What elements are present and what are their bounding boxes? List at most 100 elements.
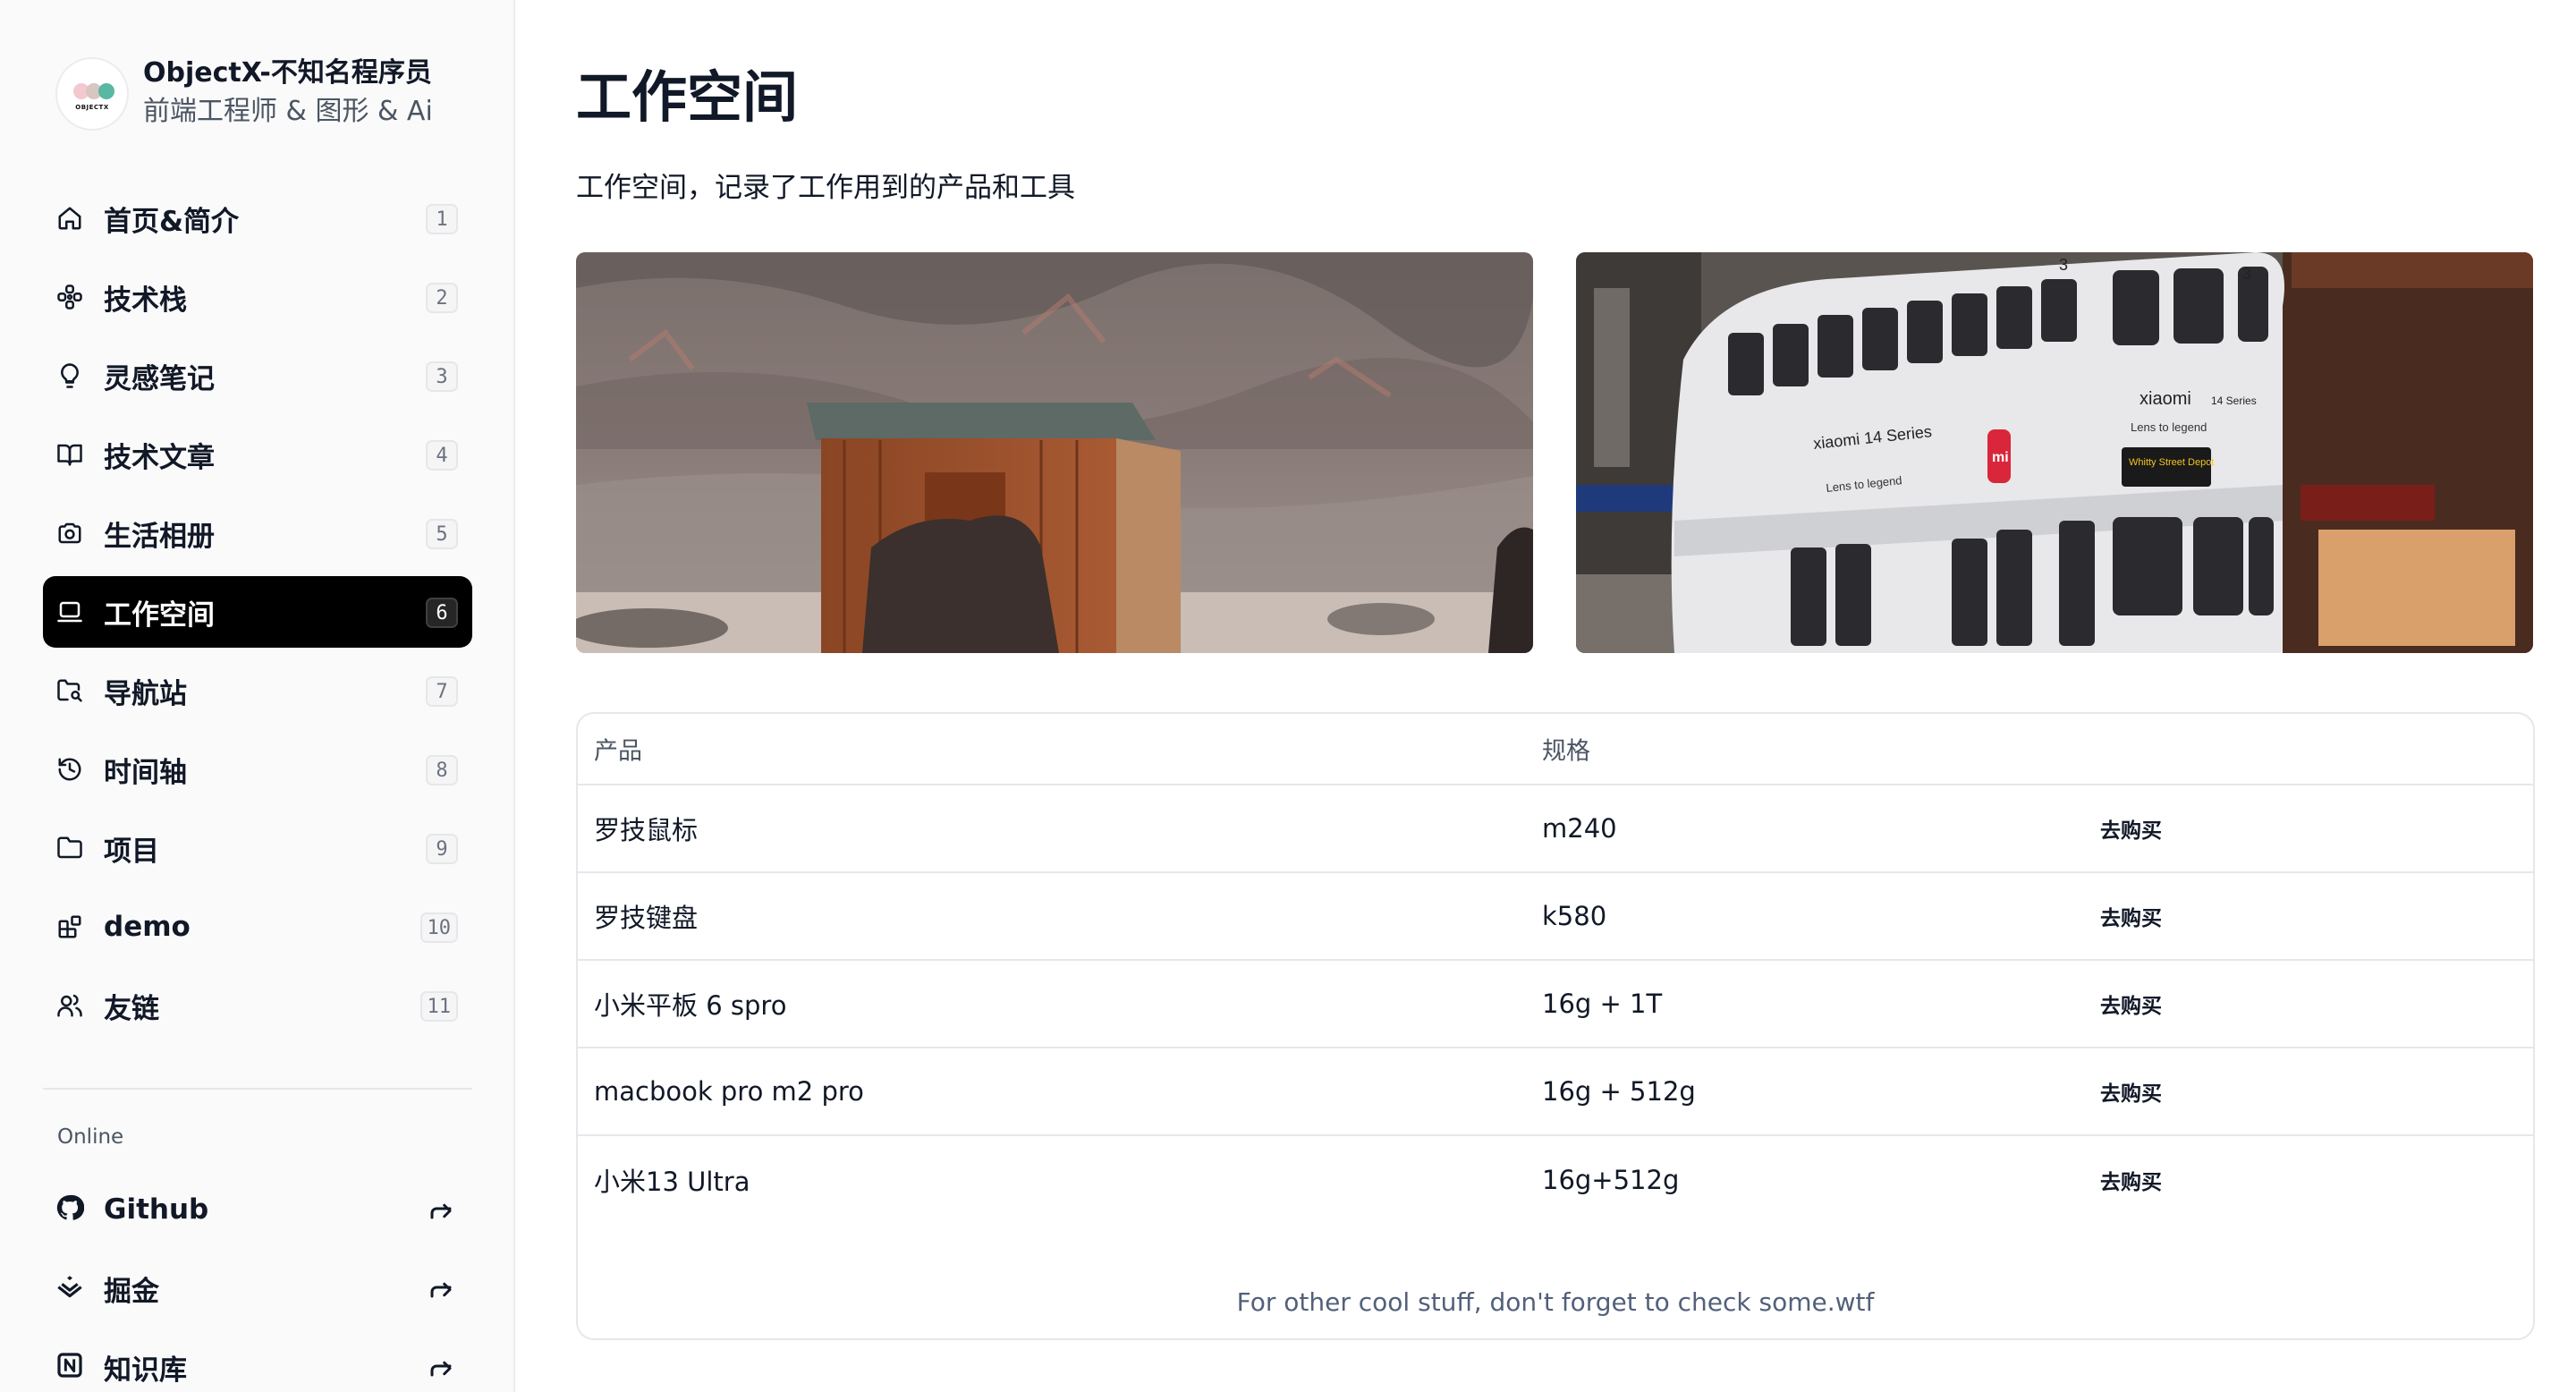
table-row: 罗技鼠标 m240 去购买 — [578, 785, 2533, 873]
link-label: Github — [104, 1193, 209, 1226]
svg-text:3: 3 — [2242, 265, 2251, 283]
sidebar-item-navigation[interactable]: 导航站 7 — [43, 655, 472, 726]
online-links: Github 掘金 知识库 — [43, 1174, 472, 1392]
product-cell: 小米13 Ultra — [594, 1167, 750, 1197]
spec-cell: 16g + 1T — [1542, 989, 1663, 1019]
sidebar-item-articles[interactable]: 技术文章 4 — [43, 419, 472, 490]
sidebar-item-label: 技术栈 — [104, 284, 187, 317]
sidebar-item-label: 导航站 — [104, 677, 187, 710]
link-github[interactable]: Github — [43, 1174, 472, 1245]
sidebar-item-demo[interactable]: demo 10 — [43, 891, 472, 963]
buy-link[interactable]: 去购买 — [2100, 1165, 2162, 1195]
table-caption: For other cool stuff, don't forget to ch… — [1236, 1287, 1875, 1317]
sidebar-item-stack[interactable]: 技术栈 2 — [43, 261, 472, 333]
column-header-product: 产品 — [594, 737, 642, 766]
sidebar-item-label: 友链 — [104, 992, 159, 1025]
sidebar-item-label: 生活相册 — [104, 520, 215, 553]
sidebar-item-projects[interactable]: 项目 9 — [43, 812, 472, 884]
page-title: 工作空间 — [576, 64, 799, 130]
link-label: 掘金 — [104, 1275, 159, 1308]
sidebar-item-label: 项目 — [104, 835, 159, 868]
buy-link[interactable]: 去购买 — [2100, 901, 2162, 931]
tram-route-text: 3 — [2059, 256, 2068, 274]
history-icon — [55, 755, 84, 784]
sidebar-item-label: 灵感笔记 — [104, 362, 215, 395]
shortcut-badge: 9 — [426, 834, 458, 864]
sidebar-item-timeline[interactable]: 时间轴 8 — [43, 734, 472, 805]
page-description: 工作空间，记录了工作用到的产品和工具 — [576, 172, 1075, 204]
shortcut-badge: 1 — [426, 204, 458, 234]
svg-text:mi: mi — [1992, 450, 2009, 465]
spec-cell: m240 — [1542, 813, 1617, 844]
external-arrow-icon — [428, 1274, 456, 1303]
external-arrow-icon — [428, 1195, 456, 1224]
shortcut-badge: 4 — [426, 440, 458, 471]
folder-search-icon — [55, 676, 84, 705]
buy-link[interactable]: 去购买 — [2100, 813, 2162, 844]
sidebar-nav: 首页&简介 1 技术栈 2 灵感笔记 3 技术文章 4 生活相册 5 工作空间 … — [43, 182, 472, 1048]
users-icon — [55, 991, 84, 1020]
workspace-photo-tram: mi xiaomi 14 Series Lens to legend xiaom… — [1576, 252, 2533, 653]
sidebar-item-label: 时间轴 — [104, 756, 187, 789]
buy-link[interactable]: 去购买 — [2100, 989, 2162, 1019]
buy-link[interactable]: 去购买 — [2100, 1076, 2162, 1107]
table-row: 小米13 Ultra 16g+512g 去购买 — [578, 1136, 2533, 1224]
shortcut-badge: 5 — [426, 519, 458, 549]
shortcut-badge: 3 — [426, 361, 458, 392]
shortcut-badge: 6 — [426, 598, 458, 628]
profile-text: ObjectX-不知名程序员 前端工程师 & 图形 & Ai — [143, 55, 433, 132]
shortcut-badge: 7 — [426, 676, 458, 707]
profile[interactable]: OBJECTX ObjectX-不知名程序员 前端工程师 & 图形 & Ai — [55, 55, 433, 132]
link-juejin[interactable]: 掘金 — [43, 1252, 472, 1324]
product-cell: 罗技鼠标 — [594, 815, 699, 845]
product-cell: macbook pro m2 pro — [594, 1076, 864, 1107]
stack-icon — [55, 283, 84, 311]
github-icon — [55, 1193, 85, 1226]
shortcut-badge: 10 — [419, 912, 458, 943]
table-row: 罗技键盘 k580 去购买 — [578, 873, 2533, 961]
avatar[interactable]: OBJECTX — [55, 57, 129, 131]
spec-cell: 16g+512g — [1542, 1165, 1680, 1195]
sidebar-item-home[interactable]: 首页&简介 1 — [43, 182, 472, 254]
sidebar-item-workspace[interactable]: 工作空间 6 — [43, 576, 472, 648]
tram-sign-text: Whitty Street Depot — [2129, 457, 2214, 468]
sidebar-item-notes[interactable]: 灵感笔记 3 — [43, 340, 472, 412]
tram-series-text: 14 Series — [2211, 395, 2257, 407]
shortcut-badge: 8 — [426, 755, 458, 785]
sidebar-item-album[interactable]: 生活相册 5 — [43, 497, 472, 569]
tram-slogan-text: Lens to legend — [2131, 420, 2207, 434]
product-cell: 罗技键盘 — [594, 903, 699, 933]
profile-name: ObjectX-不知名程序员 — [143, 57, 432, 89]
notion-icon — [55, 1351, 84, 1383]
folder-icon — [55, 834, 84, 862]
spec-cell: k580 — [1542, 901, 1607, 931]
avatar-logo-text: OBJECTX — [75, 104, 109, 111]
sidebar: OBJECTX ObjectX-不知名程序员 前端工程师 & 图形 & Ai 首… — [0, 0, 515, 1392]
sidebar-item-label: 工作空间 — [104, 598, 215, 632]
workspace-photo-cabin — [576, 252, 1533, 653]
sidebar-item-friends[interactable]: 友链 11 — [43, 970, 472, 1041]
camera-icon — [55, 519, 84, 547]
table-row: macbook pro m2 pro 16g + 512g 去购买 — [578, 1048, 2533, 1136]
blocks-icon — [55, 912, 84, 941]
external-arrow-icon — [428, 1353, 456, 1381]
shortcut-badge: 2 — [426, 283, 458, 313]
sidebar-item-label: 技术文章 — [104, 441, 215, 474]
home-icon — [55, 204, 84, 233]
profile-role: 前端工程师 & 图形 & Ai — [143, 96, 433, 127]
table-row: 小米平板 6 spro 16g + 1T 去购买 — [578, 961, 2533, 1048]
link-notion[interactable]: 知识库 — [43, 1331, 472, 1392]
lightbulb-icon — [55, 361, 84, 390]
juejin-icon — [55, 1272, 84, 1304]
product-table: 产品 规格 罗技鼠标 m240 去购买 罗技键盘 k580 去购买 小米平板 6… — [576, 712, 2535, 1340]
table-header: 产品 规格 — [578, 714, 2533, 785]
avatar-dot — [98, 83, 114, 99]
shortcut-badge: 11 — [419, 991, 458, 1022]
sidebar-item-label: 首页&简介 — [104, 205, 240, 238]
product-cell: 小米平板 6 spro — [594, 990, 787, 1021]
link-label: 知识库 — [104, 1354, 187, 1387]
sidebar-item-label: demo — [104, 911, 191, 943]
column-header-spec: 规格 — [1542, 737, 1590, 766]
laptop-icon — [55, 598, 84, 626]
online-section-label: Online — [57, 1125, 124, 1149]
